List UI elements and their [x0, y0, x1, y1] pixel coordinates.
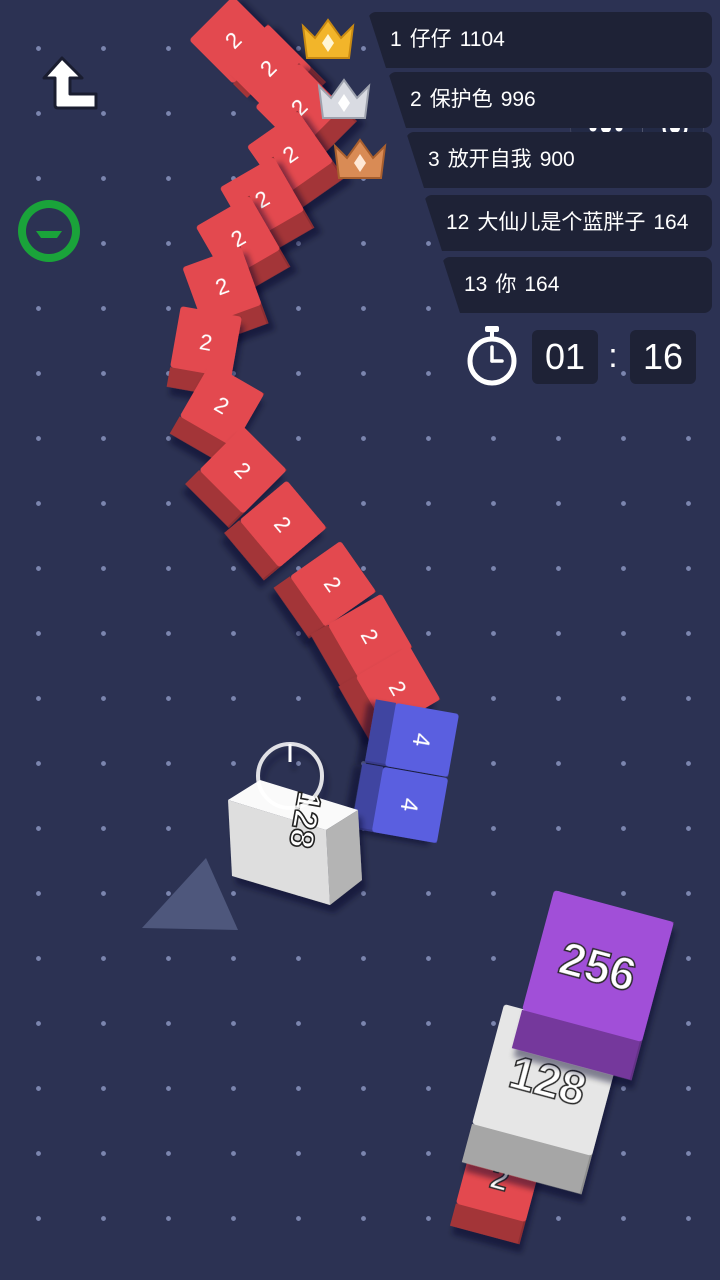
back-arrow-icon	[42, 56, 98, 110]
leaderboard-row-1: 1 仔仔 1104	[368, 12, 712, 68]
emoji-chat-icon	[18, 200, 80, 262]
leaderboard-row-self: 13 你 164	[442, 257, 712, 313]
snake-block: 4	[350, 763, 448, 844]
rank: 3	[428, 148, 440, 171]
rank: 2	[410, 88, 422, 111]
timer-colon: :	[608, 337, 618, 375]
player-name: 保护色	[429, 88, 493, 111]
silver-crown-icon	[317, 78, 371, 119]
rank: 12	[446, 211, 470, 234]
enemy-block: 256	[511, 890, 674, 1081]
emoji-chat-button[interactable]	[16, 198, 82, 264]
player-name: 你	[495, 273, 517, 296]
score: 164	[524, 273, 560, 296]
gold-crown-icon	[301, 18, 355, 59]
score: 900	[539, 148, 575, 171]
rank: 13	[464, 273, 488, 296]
score: 1104	[459, 28, 505, 51]
leaderboard-row-3: 3 放开自我 900	[406, 132, 712, 188]
timer-minutes: 01	[532, 330, 598, 384]
back-button[interactable]	[38, 50, 104, 116]
player-name: 大仙儿是个蓝胖子	[477, 211, 646, 234]
leaderboard-row-2: 2 保护色 996	[388, 72, 712, 128]
score: 164	[653, 211, 689, 234]
direction-arrow-icon	[142, 858, 238, 930]
player-name: 放开自我	[447, 148, 532, 171]
snake-block: 4	[364, 699, 459, 778]
leaderboard-row-4: 12 大仙儿是个蓝胖子 164	[424, 195, 712, 251]
rank: 1	[390, 28, 402, 51]
stopwatch-icon	[467, 326, 517, 386]
bronze-crown-icon	[333, 138, 387, 179]
score: 996	[500, 88, 536, 111]
snake-head: 128	[228, 742, 362, 905]
player-name: 仔仔	[409, 28, 452, 51]
game-board[interactable]: 2222222222222244 128 2128256	[0, 0, 720, 1280]
timer-seconds: 16	[630, 330, 696, 384]
